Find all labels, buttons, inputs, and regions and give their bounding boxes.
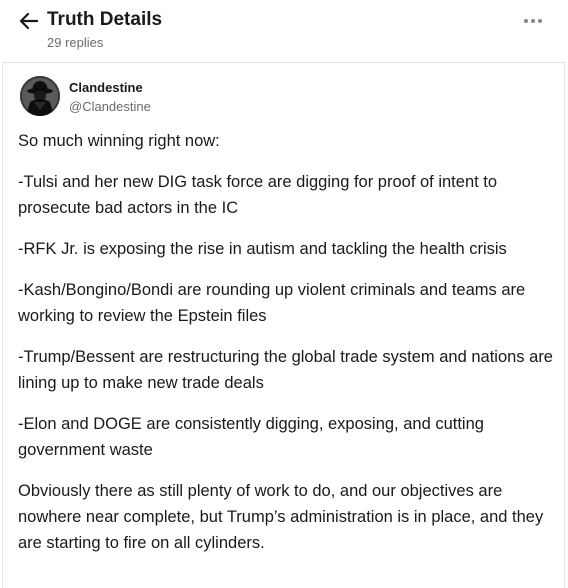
post-card: Clandestine @Clandestine So much winning… [2,62,565,588]
post-paragraph: -Kash/Bongino/Bondi are rounding up viol… [18,281,526,325]
reply-count: 29 replies [47,35,104,50]
post-paragraph: Obviously there as still plenty of work … [18,482,544,552]
author-handle[interactable]: @Clandestine [69,99,151,115]
post-paragraph: -Elon and DOGE are consistently digging,… [18,415,484,459]
back-button[interactable] [16,9,42,33]
avatar[interactable] [20,76,60,116]
post-paragraph: -Trump/Bessent are restructuring the glo… [18,348,553,392]
more-horizontal-icon [524,19,542,23]
header: Truth Details 29 replies [0,0,568,62]
truth-details-page: Truth Details 29 replies Clandestine @Cl… [0,0,568,588]
page-title: Truth Details [47,9,163,30]
post-paragraph: So much winning right now: [18,132,220,150]
spy-silhouette-avatar [20,76,60,116]
post-paragraph: -RFK Jr. is exposing the rise in autism … [18,240,507,258]
post-paragraph: -Tulsi and her new DIG task force are di… [18,173,498,217]
post-body: So much winning right now: -Tulsi and he… [18,128,558,571]
more-options-button[interactable] [518,11,548,31]
author-name[interactable]: Clandestine [69,80,143,96]
arrow-left-icon [19,12,39,30]
